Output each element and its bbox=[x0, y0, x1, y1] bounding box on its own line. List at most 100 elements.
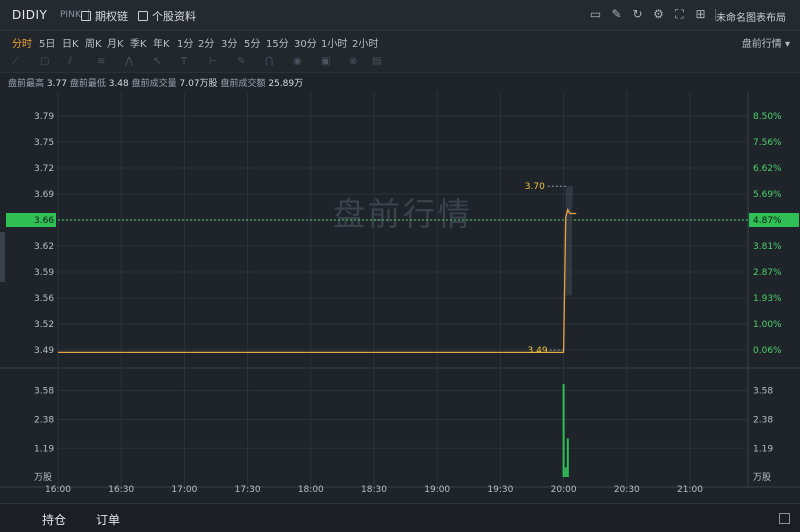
pct-tick-label: 3.81% bbox=[753, 242, 782, 252]
lock-icon[interactable]: ▣ bbox=[321, 57, 332, 67]
text-tool-icon[interactable]: T bbox=[181, 57, 192, 67]
period-tab[interactable]: 周K bbox=[85, 35, 102, 50]
options-chain-label: 期权链 bbox=[95, 10, 128, 23]
volume-bar bbox=[566, 438, 569, 477]
fib-tool-icon[interactable]: ≋ bbox=[97, 57, 108, 67]
period-tab[interactable]: 30分 bbox=[294, 35, 317, 50]
session-selector[interactable]: 盘前行情 ▾ bbox=[742, 35, 790, 50]
x-tick-label: 19:00 bbox=[424, 485, 450, 495]
eye-icon[interactable]: ◉ bbox=[293, 57, 304, 67]
period-tab[interactable]: 5日 bbox=[39, 35, 55, 50]
pct-tick-label: 5.69% bbox=[753, 190, 782, 200]
pct-tick-label: 0.06% bbox=[753, 346, 782, 356]
layout-selector[interactable]: 未命名图表布局 bbox=[716, 9, 786, 24]
period-tab[interactable]: 2分 bbox=[198, 35, 214, 50]
stock-profile-button[interactable]: 个股资料 bbox=[138, 8, 196, 24]
edit-icon[interactable]: ✎ bbox=[610, 8, 623, 21]
x-tick-label: 20:30 bbox=[614, 485, 640, 495]
period-tab[interactable]: 3分 bbox=[221, 35, 237, 50]
period-tab[interactable]: 日K bbox=[62, 35, 79, 50]
low-value: 3.48 bbox=[108, 79, 129, 89]
brush-tool-icon[interactable]: ✎ bbox=[237, 57, 248, 67]
channel-tool-icon[interactable]: ⫽ bbox=[68, 57, 79, 67]
x-tick-label: 19:30 bbox=[487, 485, 513, 495]
pct-tick-label: 1.93% bbox=[753, 294, 782, 304]
volume-bar bbox=[564, 467, 567, 477]
period-tab[interactable]: 2小时 bbox=[352, 35, 378, 50]
low-label: 盘前最低 bbox=[69, 79, 106, 89]
volume-tick-label-right: 2.38 bbox=[753, 416, 773, 426]
pct-tick-label: 1.00% bbox=[753, 320, 782, 330]
price-tick-label: 3.69 bbox=[34, 190, 54, 200]
volume-tick-label: 3.58 bbox=[34, 387, 54, 397]
amount-label: 盘前成交额 bbox=[220, 79, 266, 89]
exchange-label: PINK bbox=[60, 10, 81, 20]
sidebar-toggle bbox=[0, 232, 5, 282]
x-tick-label: 21:00 bbox=[677, 485, 703, 495]
volume-unit-label: 万股 bbox=[34, 472, 52, 483]
period-tab[interactable]: 15分 bbox=[266, 35, 289, 50]
volume-bar bbox=[562, 384, 565, 477]
orders-tab[interactable]: 订单 bbox=[96, 511, 120, 528]
high-marker-label: 3.70 bbox=[525, 182, 545, 192]
period-tab[interactable]: 分时 bbox=[12, 35, 32, 50]
price-tick-label: 3.56 bbox=[34, 294, 54, 304]
x-tick-label: 18:00 bbox=[298, 485, 324, 495]
grid-icon[interactable]: ⊞ bbox=[694, 8, 707, 21]
volume-tick-label: 1.19 bbox=[34, 444, 54, 454]
high-value: 3.77 bbox=[46, 79, 67, 89]
price-range-shade bbox=[565, 186, 573, 296]
trash-icon[interactable]: ▤ bbox=[372, 57, 383, 67]
bottom-panel-bar: 持仓 订单 bbox=[0, 503, 800, 532]
price-tick-label: 3.52 bbox=[34, 320, 54, 330]
x-tick-label: 17:30 bbox=[235, 485, 261, 495]
arrow-tool-icon[interactable]: ↖ bbox=[153, 57, 164, 67]
volume-unit-label-right: 万股 bbox=[753, 472, 771, 483]
intraday-chart[interactable]: 3.79 3.75 3.72 3.69 3.62 3.59 3.56 3.52 3.49 8.50… bbox=[0, 92, 800, 502]
refresh-icon[interactable]: ↻ bbox=[631, 8, 644, 21]
popout-icon[interactable] bbox=[779, 513, 790, 524]
period-tab[interactable]: 年K bbox=[153, 35, 170, 50]
price-tick-label: 3.59 bbox=[34, 268, 54, 278]
chart-settings-icon[interactable]: ▭ bbox=[589, 8, 602, 21]
session-label: 盘前行情 bbox=[741, 39, 782, 50]
pattern-tool-icon[interactable]: ⋀ bbox=[125, 57, 136, 67]
price-tick-label: 3.79 bbox=[34, 112, 54, 122]
x-tick-label: 18:30 bbox=[361, 485, 387, 495]
top-bar: DIDIY PINK 期权链 个股资料 ▭ ✎ ↻ ⚙ ⛶ ⊞ 未命名图表布局 bbox=[0, 0, 800, 31]
options-chain-button[interactable]: 期权链 bbox=[81, 8, 128, 24]
x-tick-label: 20:00 bbox=[551, 485, 577, 495]
ticker-symbol: DIDIY bbox=[12, 8, 48, 22]
period-tab[interactable]: 1小时 bbox=[321, 35, 347, 50]
volume-tick-label-right: 1.19 bbox=[753, 444, 773, 454]
period-tab[interactable]: 月K bbox=[107, 35, 124, 50]
x-tick-label: 16:30 bbox=[108, 485, 134, 495]
drawing-toolbar: ⟋ ▢ ⫽ ≋ ⋀ ↖ T ⊢ ✎ ⋂ ◉ ▣ ⊗ ▤ bbox=[0, 52, 800, 73]
rect-tool-icon[interactable]: ▢ bbox=[40, 57, 51, 67]
volume-tick-label: 2.38 bbox=[34, 416, 54, 426]
period-tab[interactable]: 5分 bbox=[244, 35, 260, 50]
link-icon[interactable]: ⊗ bbox=[349, 57, 360, 67]
premarket-stats: 盘前最高 3.77 盘前最低 3.48 盘前成交量 7.07万股 盘前成交额 2… bbox=[8, 76, 303, 89]
options-chain-icon bbox=[81, 11, 91, 21]
stock-profile-label: 个股资料 bbox=[152, 10, 196, 23]
low-marker-label: 3.49 bbox=[528, 346, 548, 356]
document-icon bbox=[138, 11, 148, 21]
chart-watermark: 盘前行情 bbox=[333, 195, 473, 233]
ruler-tool-icon[interactable]: ⊢ bbox=[209, 57, 220, 67]
volume-value: 7.07万股 bbox=[179, 79, 218, 89]
magnet-icon[interactable]: ⋂ bbox=[265, 57, 276, 67]
volume-label: 盘前成交量 bbox=[131, 79, 177, 89]
fullscreen-icon[interactable]: ⛶ bbox=[673, 8, 686, 21]
high-label: 盘前最高 bbox=[8, 79, 45, 89]
chart-area[interactable]: 3.79 3.75 3.72 3.69 3.62 3.59 3.56 3.52 3.49 8.50… bbox=[0, 92, 800, 502]
period-tab[interactable]: 1分 bbox=[177, 35, 193, 50]
price-tick-label: 3.75 bbox=[34, 138, 54, 148]
pct-tick-label: 6.62% bbox=[753, 164, 782, 174]
positions-tab[interactable]: 持仓 bbox=[42, 511, 66, 528]
x-tick-label: 17:00 bbox=[171, 485, 197, 495]
gear-icon[interactable]: ⚙ bbox=[652, 8, 665, 21]
current-pct-label: 4.87% bbox=[753, 216, 782, 226]
line-tool-icon[interactable]: ⟋ bbox=[12, 57, 23, 67]
period-tab[interactable]: 季K bbox=[130, 35, 147, 50]
